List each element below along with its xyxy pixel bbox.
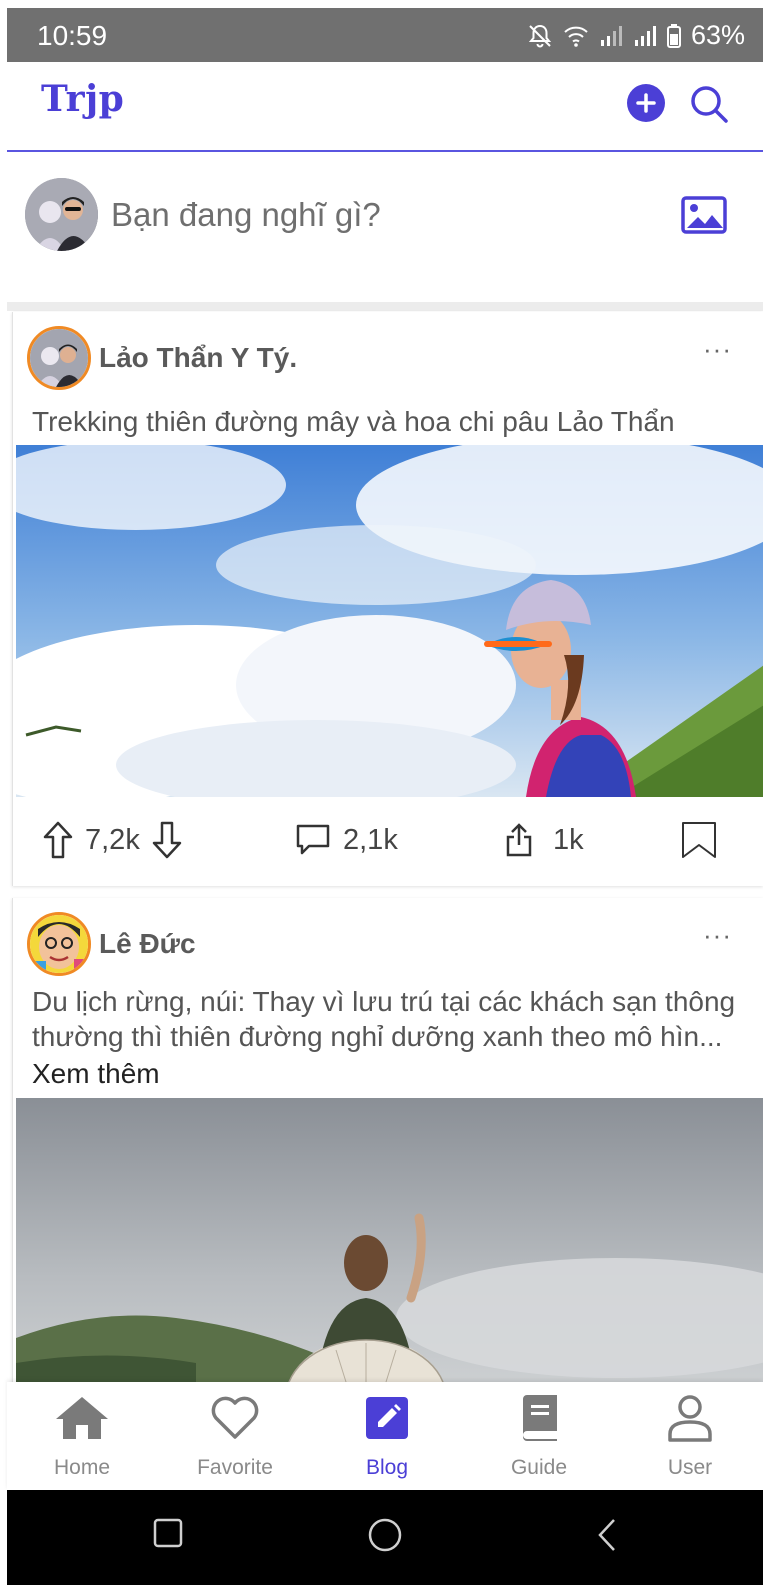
- author-avatar-cartoon: [30, 915, 88, 973]
- nav-user[interactable]: User: [630, 1392, 750, 1480]
- system-navigation-bar: [7, 1490, 763, 1585]
- status-icons: 63%: [527, 20, 745, 51]
- author-avatar[interactable]: [27, 912, 91, 976]
- battery-icon: [666, 23, 681, 48]
- bottom-navigation: Home Favorite Blog Guide User: [7, 1382, 763, 1490]
- status-bar: 10:59 63%: [7, 8, 763, 62]
- home-circle-icon[interactable]: [368, 1518, 402, 1552]
- search-button[interactable]: [687, 82, 731, 126]
- nav-guide[interactable]: Guide: [479, 1392, 599, 1480]
- add-post-button[interactable]: [627, 84, 665, 122]
- downvote-icon[interactable]: [152, 821, 182, 859]
- upvote-icon[interactable]: [43, 821, 73, 859]
- home-icon: [56, 1397, 108, 1439]
- vote-group: 7,2k: [43, 799, 182, 881]
- comment-count: 2,1k: [343, 823, 398, 856]
- app-screen: 10:59 63% Trjp Bạn đang nghĩ gì? Lảo Thẩ…: [0, 0, 763, 1585]
- post-composer: Bạn đang nghĩ gì?: [7, 152, 763, 302]
- more-options-button[interactable]: ···: [703, 334, 732, 365]
- post-caption: Trekking thiên đường mây và hoa chi pâu …: [32, 406, 675, 437]
- avatar-photo: [25, 178, 98, 251]
- bookmark-icon: [682, 822, 716, 858]
- post-image[interactable]: [16, 1098, 763, 1398]
- nav-label: Blog: [365, 1456, 409, 1479]
- image-icon: [681, 196, 727, 234]
- share-icon: [506, 823, 532, 857]
- nav-home[interactable]: Home: [22, 1392, 142, 1480]
- nav-blog[interactable]: Blog: [327, 1392, 447, 1480]
- heart-icon: [211, 1396, 259, 1439]
- comment-button[interactable]: 2,1k: [295, 799, 398, 881]
- app-header: Trjp: [7, 62, 763, 152]
- composer-input[interactable]: Bạn đang nghĩ gì?: [111, 196, 381, 234]
- post-card: Lê Đức ··· Du lịch rừng, núi: Thay vì lư…: [12, 898, 763, 1398]
- mute-bell-icon: [528, 24, 552, 47]
- author-avatar-photo: [30, 329, 88, 387]
- signal-icon-2: [634, 25, 656, 46]
- add-photo-button[interactable]: [681, 196, 727, 234]
- edit-icon: [366, 1397, 408, 1439]
- nav-label: User: [667, 1456, 713, 1479]
- search-icon: [691, 86, 728, 123]
- post-card: Lảo Thẩn Y Tý. ··· Trekking thiên đường …: [12, 312, 763, 886]
- book-icon: [523, 1395, 557, 1441]
- signal-icon-1: [600, 25, 622, 46]
- user-icon: [668, 1395, 712, 1442]
- more-options-button[interactable]: ···: [703, 920, 732, 951]
- post-image[interactable]: [16, 445, 763, 797]
- plus-icon: [636, 93, 656, 113]
- bookmark-button[interactable]: [681, 799, 717, 881]
- comment-icon: [296, 824, 330, 855]
- author-name[interactable]: Lảo Thẩn Y Tý.: [99, 342, 297, 374]
- recent-apps-icon[interactable]: [153, 1518, 183, 1548]
- battery-percent: 63%: [690, 20, 745, 50]
- avatar[interactable]: [25, 178, 98, 251]
- app-logo[interactable]: Trjp: [41, 78, 124, 120]
- back-icon[interactable]: [597, 1518, 617, 1552]
- nav-label: Home: [53, 1456, 111, 1479]
- post-image-art: [16, 445, 763, 797]
- post-image-art: [16, 1098, 763, 1398]
- author-name[interactable]: Lê Đức: [99, 928, 196, 960]
- share-count: 1k: [553, 823, 584, 856]
- nav-label: Guide: [510, 1456, 568, 1479]
- nav-favorite[interactable]: Favorite: [175, 1392, 295, 1480]
- share-button[interactable]: 1k: [505, 799, 584, 881]
- post-actions: 7,2k 2,1k 1k: [13, 799, 763, 881]
- post-caption: Du lịch rừng, núi: Thay vì lưu trú tại c…: [32, 986, 736, 1052]
- feed-divider: [7, 302, 763, 311]
- upvote-count: 7,2k: [85, 823, 140, 856]
- nav-label: Favorite: [197, 1456, 273, 1479]
- status-time: 10:59: [37, 20, 108, 51]
- wifi-icon: [564, 26, 588, 47]
- author-avatar[interactable]: [27, 326, 91, 390]
- see-more-link[interactable]: Xem thêm: [32, 1058, 160, 1090]
